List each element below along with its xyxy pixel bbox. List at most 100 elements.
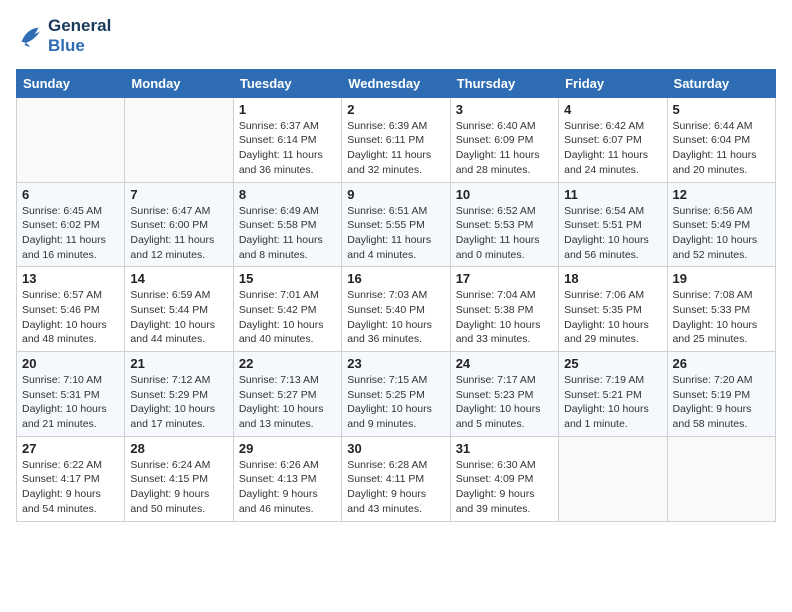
calendar-cell: 14 Sunrise: 6:59 AMSunset: 5:44 PMDayligh… [125,267,233,352]
calendar-week-row: 13 Sunrise: 6:57 AMSunset: 5:46 PMDayligh… [17,267,776,352]
day-number: 9 [347,187,444,202]
day-info: Sunrise: 6:49 AMSunset: 5:58 PMDaylight:… [239,204,336,263]
calendar-cell [17,97,125,182]
calendar-cell: 29Sunrise: 6:26 AMSunset: 4:13 PMDayligh… [233,436,341,521]
day-number: 11 [564,187,661,202]
calendar-cell: 2 Sunrise: 6:39 AMSunset: 6:11 PMDaylight… [342,97,450,182]
calendar-cell: 5Sunrise: 6:44 AMSunset: 6:04 PMDaylight… [667,97,775,182]
day-info: Sunrise: 7:04 AMSunset: 5:38 PMDaylight:… [456,288,553,347]
calendar-week-row: 1Sunrise: 6:37 AMSunset: 6:14 PMDaylight… [17,97,776,182]
calendar-cell: 1Sunrise: 6:37 AMSunset: 6:14 PMDaylight… [233,97,341,182]
calendar-cell [667,436,775,521]
day-info: Sunrise: 7:19 AMSunset: 5:21 PMDaylight:… [564,373,661,432]
day-number: 23 [347,356,444,371]
day-number: 10 [456,187,553,202]
calendar-cell: 8 Sunrise: 6:49 AMSunset: 5:58 PMDaylight… [233,182,341,267]
day-number: 21 [130,356,227,371]
day-info: Sunrise: 6:42 AMSunset: 6:07 PMDaylight:… [564,119,661,178]
calendar-cell: 13 Sunrise: 6:57 AMSunset: 5:46 PMDayligh… [17,267,125,352]
day-info: Sunrise: 7:13 AMSunset: 5:27 PMDaylight:… [239,373,336,432]
calendar-cell: 15 Sunrise: 7:01 AMSunset: 5:42 PMDayligh… [233,267,341,352]
calendar-cell: 20 Sunrise: 7:10 AMSunset: 5:31 PMDayligh… [17,352,125,437]
calendar-cell: 30 Sunrise: 6:28 AMSunset: 4:11 PMDayligh… [342,436,450,521]
day-info: Sunrise: 6:28 AMSunset: 4:11 PMDaylight:… [347,458,444,517]
day-number: 31 [456,441,553,456]
day-info: Sunrise: 6:52 AMSunset: 5:53 PMDaylight:… [456,204,553,263]
day-info: Sunrise: 6:39 AMSunset: 6:11 PMDaylight:… [347,119,444,178]
day-number: 26 [673,356,770,371]
weekday-header-row: SundayMondayTuesdayWednesdayThursdayFrid… [17,69,776,97]
calendar-table: SundayMondayTuesdayWednesdayThursdayFrid… [16,69,776,522]
day-info: Sunrise: 7:01 AMSunset: 5:42 PMDaylight:… [239,288,336,347]
weekday-header-tuesday: Tuesday [233,69,341,97]
day-number: 27 [22,441,119,456]
day-number: 16 [347,271,444,286]
weekday-header-monday: Monday [125,69,233,97]
day-info: Sunrise: 6:40 AMSunset: 6:09 PMDaylight:… [456,119,553,178]
calendar-cell: 7Sunrise: 6:47 AMSunset: 6:00 PMDaylight… [125,182,233,267]
calendar-cell: 16 Sunrise: 7:03 AMSunset: 5:40 PMDayligh… [342,267,450,352]
day-number: 25 [564,356,661,371]
calendar-cell: 4Sunrise: 6:42 AMSunset: 6:07 PMDaylight… [559,97,667,182]
calendar-cell: 12 Sunrise: 6:56 AMSunset: 5:49 PMDayligh… [667,182,775,267]
logo: General Blue [16,16,111,57]
day-number: 15 [239,271,336,286]
day-number: 12 [673,187,770,202]
day-info: Sunrise: 6:37 AMSunset: 6:14 PMDaylight:… [239,119,336,178]
day-number: 3 [456,102,553,117]
day-info: Sunrise: 6:59 AMSunset: 5:44 PMDaylight:… [130,288,227,347]
day-number: 5 [673,102,770,117]
day-info: Sunrise: 6:45 AMSunset: 6:02 PMDaylight:… [22,204,119,263]
day-number: 7 [130,187,227,202]
day-info: Sunrise: 7:20 AMSunset: 5:19 PMDaylight:… [673,373,770,432]
day-info: Sunrise: 6:30 AMSunset: 4:09 PMDaylight:… [456,458,553,517]
day-number: 2 [347,102,444,117]
logo-icon [16,22,44,50]
day-number: 18 [564,271,661,286]
calendar-cell: 17 Sunrise: 7:04 AMSunset: 5:38 PMDayligh… [450,267,558,352]
weekday-header-sunday: Sunday [17,69,125,97]
day-info: Sunrise: 7:03 AMSunset: 5:40 PMDaylight:… [347,288,444,347]
calendar-cell: 6Sunrise: 6:45 AMSunset: 6:02 PMDaylight… [17,182,125,267]
calendar-header: SundayMondayTuesdayWednesdayThursdayFrid… [17,69,776,97]
calendar-week-row: 27 Sunrise: 6:22 AMSunset: 4:17 PMDayligh… [17,436,776,521]
calendar-cell: 18 Sunrise: 7:06 AMSunset: 5:35 PMDayligh… [559,267,667,352]
day-info: Sunrise: 7:15 AMSunset: 5:25 PMDaylight:… [347,373,444,432]
calendar-cell: 22 Sunrise: 7:13 AMSunset: 5:27 PMDayligh… [233,352,341,437]
calendar-cell [559,436,667,521]
day-number: 13 [22,271,119,286]
calendar-cell: 24 Sunrise: 7:17 AMSunset: 5:23 PMDayligh… [450,352,558,437]
calendar-cell: 11 Sunrise: 6:54 AMSunset: 5:51 PMDayligh… [559,182,667,267]
weekday-header-saturday: Saturday [667,69,775,97]
day-number: 17 [456,271,553,286]
page-header: General Blue [16,16,776,57]
day-info: Sunrise: 7:06 AMSunset: 5:35 PMDaylight:… [564,288,661,347]
calendar-cell: 3 Sunrise: 6:40 AMSunset: 6:09 PMDaylight… [450,97,558,182]
day-info: Sunrise: 6:22 AMSunset: 4:17 PMDaylight:… [22,458,119,517]
day-number: 19 [673,271,770,286]
calendar-cell: 28 Sunrise: 6:24 AMSunset: 4:15 PMDayligh… [125,436,233,521]
day-number: 20 [22,356,119,371]
calendar-cell: 10 Sunrise: 6:52 AMSunset: 5:53 PMDayligh… [450,182,558,267]
day-info: Sunrise: 6:56 AMSunset: 5:49 PMDaylight:… [673,204,770,263]
day-number: 22 [239,356,336,371]
day-number: 14 [130,271,227,286]
calendar-cell: 31 Sunrise: 6:30 AMSunset: 4:09 PMDayligh… [450,436,558,521]
day-info: Sunrise: 7:10 AMSunset: 5:31 PMDaylight:… [22,373,119,432]
day-number: 30 [347,441,444,456]
weekday-header-friday: Friday [559,69,667,97]
day-info: Sunrise: 6:54 AMSunset: 5:51 PMDaylight:… [564,204,661,263]
calendar-week-row: 6Sunrise: 6:45 AMSunset: 6:02 PMDaylight… [17,182,776,267]
logo-text: General Blue [48,16,111,57]
calendar-cell: 27 Sunrise: 6:22 AMSunset: 4:17 PMDayligh… [17,436,125,521]
day-info: Sunrise: 7:17 AMSunset: 5:23 PMDaylight:… [456,373,553,432]
day-info: Sunrise: 7:12 AMSunset: 5:29 PMDaylight:… [130,373,227,432]
day-info: Sunrise: 7:08 AMSunset: 5:33 PMDaylight:… [673,288,770,347]
day-number: 24 [456,356,553,371]
day-info: Sunrise: 6:57 AMSunset: 5:46 PMDaylight:… [22,288,119,347]
calendar-week-row: 20 Sunrise: 7:10 AMSunset: 5:31 PMDayligh… [17,352,776,437]
day-number: 28 [130,441,227,456]
day-info: Sunrise: 6:24 AMSunset: 4:15 PMDaylight:… [130,458,227,517]
day-number: 8 [239,187,336,202]
calendar-cell: 25 Sunrise: 7:19 AMSunset: 5:21 PMDayligh… [559,352,667,437]
